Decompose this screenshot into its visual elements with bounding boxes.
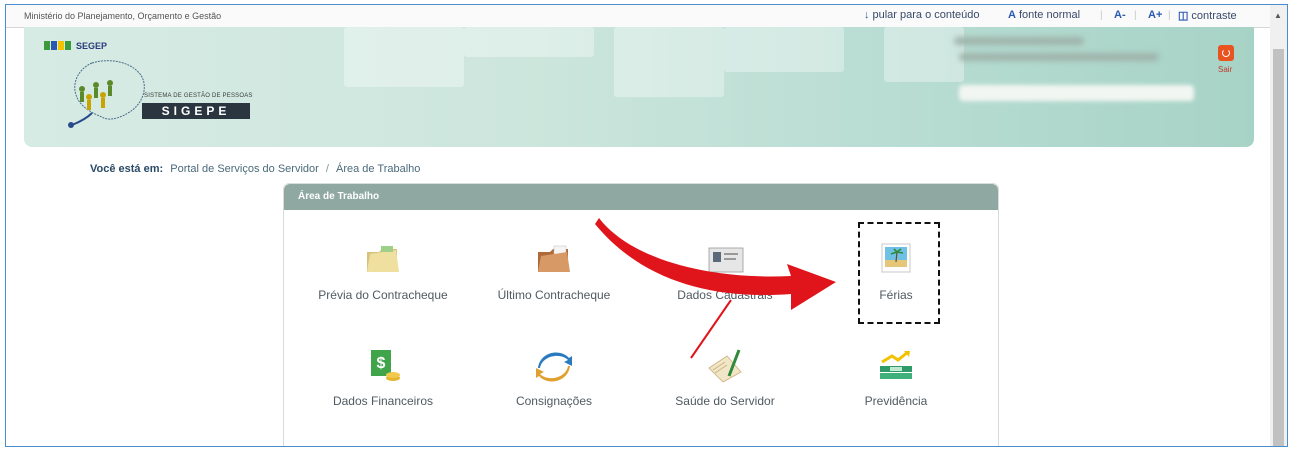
user-name-redacted — [954, 37, 1084, 45]
scroll-up-icon[interactable]: ▲ — [1274, 11, 1282, 20]
tile-label: Prévia do Contracheque — [318, 288, 448, 302]
scrollbar-thumb[interactable] — [1273, 49, 1284, 446]
font-decrease-button[interactable]: A- — [1114, 9, 1126, 21]
browser-frame: Ministério do Planejamento, Orçamento e … — [5, 4, 1288, 447]
breadcrumb-separator: / — [325, 163, 329, 175]
header-decor — [884, 27, 964, 82]
folder-icon — [363, 242, 403, 278]
tile-label: Dados Financeiros — [332, 394, 434, 408]
contrast-link[interactable]: ◫ contraste — [1178, 9, 1237, 22]
panel-title: Área de Trabalho — [284, 184, 998, 210]
money-icon: $ — [363, 348, 403, 384]
tile-label: Saúde do Servidor — [675, 394, 775, 408]
font-normal-link[interactable]: Afonte normal — [1008, 9, 1080, 21]
annotation-arrow-icon — [595, 218, 836, 359]
breadcrumb-portal-link[interactable]: Portal de Serviços do Servidor — [170, 163, 319, 175]
refresh-arrows-icon — [534, 348, 574, 384]
tile-label: Previdência — [864, 394, 928, 408]
separator: | — [1168, 10, 1171, 21]
header-decor — [724, 27, 844, 72]
font-increase-button[interactable]: A+ — [1148, 9, 1162, 21]
ferias-highlight-box — [858, 222, 940, 324]
separator: | — [1134, 10, 1137, 21]
breadcrumb-label: Você está em: — [90, 163, 164, 175]
ministry-label: Ministério do Planejamento, Orçamento e … — [24, 11, 222, 21]
tile-previa-contracheque[interactable]: Prévia do Contracheque — [298, 242, 468, 302]
folder-document-icon — [534, 242, 574, 278]
site-header: SEGEP SISTEMA DE GESTÃO DE PESSOAS SIGEP… — [24, 27, 1254, 147]
svg-text:$: $ — [377, 355, 386, 372]
brazil-map-people-icon — [68, 60, 145, 128]
accessibility-bar: Ministério do Planejamento, Orçamento e … — [6, 5, 1271, 28]
tile-dados-financeiros[interactable]: $ Dados Financeiros — [298, 348, 468, 408]
header-decor — [344, 27, 464, 87]
tile-label: Consignações — [515, 394, 593, 408]
arrow-down-icon: ↓ — [864, 9, 870, 21]
sigepe-logo[interactable]: SIGEPE — [142, 103, 250, 119]
segep-bars-icon — [44, 41, 72, 52]
system-name-label: SISTEMA DE GESTÃO DE PESSOAS — [144, 93, 253, 99]
user-field-redacted — [959, 85, 1194, 101]
header-decor — [614, 27, 724, 97]
font-icon: A — [1008, 9, 1016, 21]
header-decor — [464, 27, 594, 57]
separator: | — [1100, 10, 1103, 21]
breadcrumb-current: Área de Trabalho — [336, 163, 421, 175]
logout-power-icon[interactable] — [1218, 45, 1234, 61]
money-growth-icon — [876, 348, 916, 384]
user-info-redacted — [959, 53, 1159, 61]
segep-logo[interactable]: SEGEP — [44, 41, 107, 52]
logout-label[interactable]: Sair — [1218, 65, 1232, 74]
contrast-icon: ◫ — [1178, 10, 1189, 22]
skip-to-content-link[interactable]: ↓ pular para o conteúdo — [864, 9, 980, 21]
breadcrumb: Você está em: Portal de Serviços do Serv… — [90, 163, 420, 175]
vertical-scrollbar[interactable]: ▲ — [1270, 5, 1287, 446]
